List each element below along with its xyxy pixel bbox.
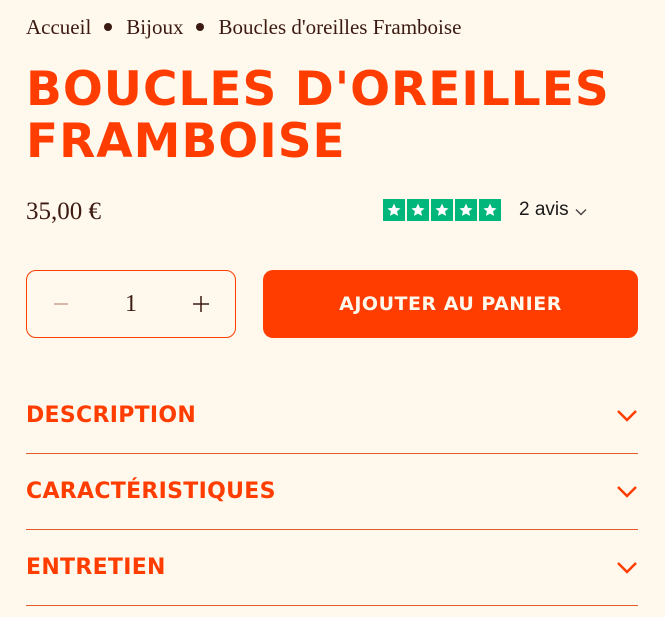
trustpilot-stars (383, 199, 501, 221)
chevron-down-icon (616, 561, 638, 575)
quantity-selector: 1 (26, 270, 236, 338)
breadcrumb-link-bijoux[interactable]: Bijoux (126, 12, 183, 42)
quantity-input[interactable]: 1 (101, 291, 161, 318)
star-icon (431, 199, 453, 221)
accordion-label: CARACTÉRISTIQUES (26, 479, 276, 504)
accordion-entretien[interactable]: ENTRETIEN (26, 530, 638, 606)
breadcrumb-separator (196, 23, 205, 31)
quantity-increment-button[interactable] (167, 271, 235, 337)
chevron-down-icon (616, 409, 638, 423)
accordion-label: DESCRIPTION (26, 403, 197, 428)
plus-icon (193, 296, 209, 312)
star-icon (383, 199, 405, 221)
breadcrumb: Accueil Bijoux Boucles d'oreilles Frambo… (26, 12, 461, 42)
breadcrumb-separator (104, 23, 113, 31)
chevron-down-icon (616, 485, 638, 499)
accordion-description[interactable]: DESCRIPTION (26, 378, 638, 454)
star-icon (479, 199, 501, 221)
quantity-decrement-button[interactable] (27, 271, 95, 337)
breadcrumb-link-home[interactable]: Accueil (26, 12, 91, 42)
star-icon (455, 199, 477, 221)
accordion-label: ENTRETIEN (26, 555, 166, 580)
breadcrumb-current: Boucles d'oreilles Framboise (218, 15, 462, 39)
minus-icon (54, 303, 68, 305)
rating-summary[interactable]: 2 avis (383, 199, 587, 221)
star-icon (407, 199, 429, 221)
accordion-caracteristiques[interactable]: CARACTÉRISTIQUES (26, 454, 638, 530)
add-to-cart-button[interactable]: AJOUTER AU PANIER (263, 270, 638, 338)
product-price: 35,00 € (26, 198, 101, 225)
product-title: BOUCLES D'OREILLES FRAMBOISE (26, 62, 610, 169)
review-count: 2 avis (519, 199, 569, 220)
chevron-down-icon (575, 203, 587, 221)
